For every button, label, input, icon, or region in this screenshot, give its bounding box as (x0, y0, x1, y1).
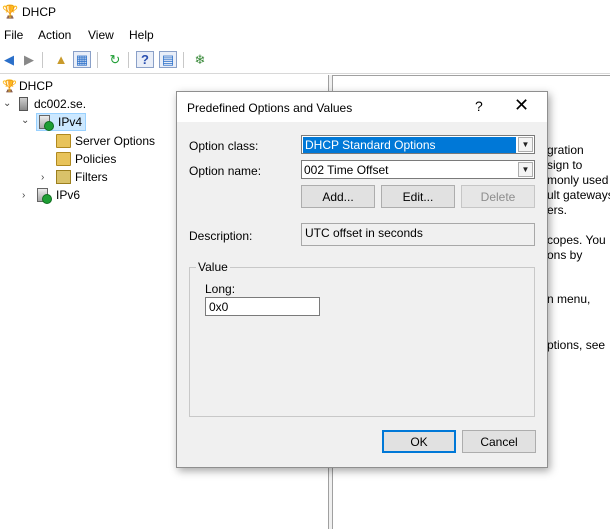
back-icon[interactable]: ◀ (0, 51, 18, 68)
value-group-label: Value (196, 260, 230, 274)
add-button[interactable]: Add... (301, 185, 375, 208)
description-value: UTC offset in seconds (301, 223, 535, 246)
chevron-right-icon[interactable]: › (41, 172, 44, 183)
tree-item-server-options[interactable]: Server Options (56, 132, 155, 150)
menu-action[interactable]: Action (38, 28, 71, 42)
option-name-label: Option name: (189, 164, 262, 178)
server-options-icon (56, 134, 71, 148)
toolbar: ◀ ▶ ▲ ▦ ↻ ? ▤ ❄ (0, 47, 610, 74)
tree-item-policies[interactable]: Policies (56, 150, 116, 168)
chevron-down-icon[interactable]: ▼ (518, 162, 533, 177)
dhcp-app-icon: 🏆 (2, 4, 19, 19)
details-text: gration (547, 143, 584, 157)
details-text: ers. (547, 203, 568, 217)
server-icon (19, 97, 28, 111)
properties-icon[interactable]: ▤ (159, 51, 177, 68)
ipv6-network-icon (37, 188, 52, 204)
chevron-down-icon[interactable]: ⌄ (3, 98, 11, 109)
chevron-right-icon[interactable]: › (22, 190, 25, 201)
tree-item-ipv6[interactable]: IPv6 (37, 186, 80, 204)
chevron-down-icon[interactable]: ▼ (518, 137, 533, 152)
menu-file[interactable]: File (4, 28, 23, 42)
refresh-icon[interactable]: ↻ (106, 51, 124, 68)
menu-view[interactable]: View (88, 28, 114, 42)
option-class-select[interactable]: DHCP Standard Options ▼ (301, 135, 535, 154)
window-title: DHCP (22, 5, 57, 19)
ok-button[interactable]: OK (382, 430, 456, 453)
filter-icon (56, 170, 71, 184)
details-text: ult gateways (547, 188, 610, 202)
option-name-select[interactable]: 002 Time Offset ▼ (301, 160, 535, 179)
chevron-down-icon[interactable]: ⌄ (21, 115, 29, 126)
menu-bar: File Action View Help (0, 26, 610, 46)
edit-button[interactable]: Edit... (381, 185, 455, 208)
dialog-title: Predefined Options and Values (187, 101, 353, 115)
tree-item-server[interactable]: dc002.se. (19, 95, 86, 113)
tree-item-filters[interactable]: Filters (56, 168, 108, 186)
details-text: sign to (547, 158, 583, 172)
details-text: monly used (547, 173, 609, 187)
details-text: copes. You (547, 233, 606, 247)
cancel-button[interactable]: Cancel (462, 430, 536, 453)
option-class-label: Option class: (189, 139, 259, 153)
tree-item-ipv4[interactable]: IPv4 (36, 113, 87, 131)
tree-item-dhcp[interactable]: 🏆 DHCP (2, 77, 53, 95)
delete-button[interactable]: Delete (461, 185, 535, 208)
details-text: n menu, (547, 292, 591, 306)
window-title-bar: 🏆 DHCP (0, 0, 610, 24)
dialog-help-button[interactable]: ? (475, 98, 483, 114)
ipv4-network-icon (39, 115, 54, 131)
description-label: Description: (189, 229, 253, 243)
show-hide-tree-icon[interactable]: ▦ (73, 51, 91, 68)
predefined-options-dialog: Predefined Options and Values ? ✕ Option… (176, 91, 548, 468)
dialog-title-bar: Predefined Options and Values ? ✕ (177, 92, 547, 122)
value-group (189, 267, 535, 417)
dhcp-root-icon: 🏆 (2, 79, 17, 93)
menu-help[interactable]: Help (129, 28, 154, 42)
long-label: Long: (205, 282, 236, 296)
connect-icon[interactable]: ❄ (191, 51, 209, 68)
help-icon[interactable]: ? (136, 51, 154, 68)
details-text: ons by (547, 248, 583, 262)
forward-icon[interactable]: ▶ (20, 51, 38, 68)
up-folder-icon[interactable]: ▲ (52, 51, 70, 68)
dialog-close-button[interactable]: ✕ (514, 95, 529, 116)
details-text: ptions, see (547, 338, 606, 352)
long-value-input[interactable]: 0x0 (205, 297, 320, 316)
policies-icon (56, 152, 71, 166)
